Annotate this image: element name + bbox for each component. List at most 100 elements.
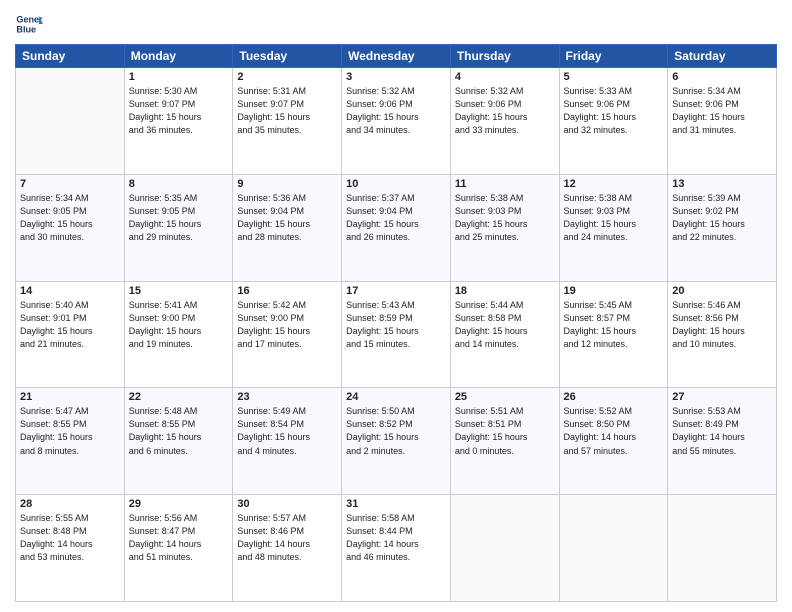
day-info: Sunrise: 5:56 AM Sunset: 8:47 PM Dayligh… — [129, 512, 229, 564]
calendar-cell: 11 Sunrise: 5:38 AM Sunset: 9:03 PM Dayli… — [450, 174, 559, 281]
weekday-header-row: SundayMondayTuesdayWednesdayThursdayFrid… — [16, 45, 777, 68]
day-number: 27 — [672, 391, 772, 403]
day-info: Sunrise: 5:42 AM Sunset: 9:00 PM Dayligh… — [237, 299, 337, 351]
day-number: 14 — [20, 285, 120, 297]
calendar-cell: 16 Sunrise: 5:42 AM Sunset: 9:00 PM Dayli… — [233, 281, 342, 388]
calendar-week-4: 21 Sunrise: 5:47 AM Sunset: 8:55 PM Dayli… — [16, 388, 777, 495]
day-info: Sunrise: 5:35 AM Sunset: 9:05 PM Dayligh… — [129, 192, 229, 244]
svg-text:Blue: Blue — [16, 24, 36, 34]
day-number: 19 — [564, 285, 664, 297]
calendar-week-1: 1 Sunrise: 5:30 AM Sunset: 9:07 PM Daylig… — [16, 68, 777, 175]
calendar-cell: 26 Sunrise: 5:52 AM Sunset: 8:50 PM Dayli… — [559, 388, 668, 495]
calendar-cell: 20Sunrise: 5:46 AM Sunset: 8:56 PM Dayli… — [668, 281, 777, 388]
header: General Blue — [15, 10, 777, 38]
day-info: Sunrise: 5:32 AM Sunset: 9:06 PM Dayligh… — [346, 85, 446, 137]
day-number: 2 — [237, 71, 337, 83]
day-info: Sunrise: 5:34 AM Sunset: 9:05 PM Dayligh… — [20, 192, 120, 244]
day-info: Sunrise: 5:30 AM Sunset: 9:07 PM Dayligh… — [129, 85, 229, 137]
weekday-header-thursday: Thursday — [450, 45, 559, 68]
day-number: 12 — [564, 178, 664, 190]
day-info: Sunrise: 5:43 AM Sunset: 8:59 PM Dayligh… — [346, 299, 446, 351]
logo-icon: General Blue — [15, 10, 43, 38]
day-number: 15 — [129, 285, 229, 297]
day-info: Sunrise: 5:41 AM Sunset: 9:00 PM Dayligh… — [129, 299, 229, 351]
weekday-header-saturday: Saturday — [668, 45, 777, 68]
day-info: Sunrise: 5:57 AM Sunset: 8:46 PM Dayligh… — [237, 512, 337, 564]
day-info: Sunrise: 5:49 AM Sunset: 8:54 PM Dayligh… — [237, 405, 337, 457]
day-info: Sunrise: 5:47 AM Sunset: 8:55 PM Dayligh… — [20, 405, 120, 457]
day-info: Sunrise: 5:52 AM Sunset: 8:50 PM Dayligh… — [564, 405, 664, 457]
calendar-cell: 28 Sunrise: 5:55 AM Sunset: 8:48 PM Dayli… — [16, 495, 125, 602]
calendar-cell — [559, 495, 668, 602]
calendar-cell: 12 Sunrise: 5:38 AM Sunset: 9:03 PM Dayli… — [559, 174, 668, 281]
calendar-week-3: 14 Sunrise: 5:40 AM Sunset: 9:01 PM Dayli… — [16, 281, 777, 388]
day-number: 28 — [20, 498, 120, 510]
calendar-cell: 31 Sunrise: 5:58 AM Sunset: 8:44 PM Dayli… — [342, 495, 451, 602]
day-info: Sunrise: 5:40 AM Sunset: 9:01 PM Dayligh… — [20, 299, 120, 351]
page: General Blue SundayMondayTuesdayWednesda… — [0, 0, 792, 612]
day-info: Sunrise: 5:32 AM Sunset: 9:06 PM Dayligh… — [455, 85, 555, 137]
calendar-cell: 3 Sunrise: 5:32 AM Sunset: 9:06 PM Daylig… — [342, 68, 451, 175]
day-number: 29 — [129, 498, 229, 510]
calendar-cell — [450, 495, 559, 602]
day-info: Sunrise: 5:38 AM Sunset: 9:03 PM Dayligh… — [455, 192, 555, 244]
day-info: Sunrise: 5:53 AM Sunset: 8:49 PM Dayligh… — [672, 405, 772, 457]
day-number: 26 — [564, 391, 664, 403]
calendar-cell: 6 Sunrise: 5:34 AM Sunset: 9:06 PM Daylig… — [668, 68, 777, 175]
day-info: Sunrise: 5:44 AM Sunset: 8:58 PM Dayligh… — [455, 299, 555, 351]
day-number: 23 — [237, 391, 337, 403]
day-info: Sunrise: 5:39 AM Sunset: 9:02 PM Dayligh… — [672, 192, 772, 244]
day-number: 9 — [237, 178, 337, 190]
day-number: 16 — [237, 285, 337, 297]
day-info: Sunrise: 5:45 AM Sunset: 8:57 PM Dayligh… — [564, 299, 664, 351]
day-number: 13 — [672, 178, 772, 190]
calendar-cell: 2Sunrise: 5:31 AM Sunset: 9:07 PM Daylig… — [233, 68, 342, 175]
calendar-cell: 30 Sunrise: 5:57 AM Sunset: 8:46 PM Dayli… — [233, 495, 342, 602]
calendar-cell: 21 Sunrise: 5:47 AM Sunset: 8:55 PM Dayli… — [16, 388, 125, 495]
day-number: 20 — [672, 285, 772, 297]
calendar-week-2: 7 Sunrise: 5:34 AM Sunset: 9:05 PM Daylig… — [16, 174, 777, 281]
calendar-cell — [668, 495, 777, 602]
calendar-cell: 7 Sunrise: 5:34 AM Sunset: 9:05 PM Daylig… — [16, 174, 125, 281]
day-number: 25 — [455, 391, 555, 403]
calendar-cell: 9 Sunrise: 5:36 AM Sunset: 9:04 PM Daylig… — [233, 174, 342, 281]
calendar-week-5: 28 Sunrise: 5:55 AM Sunset: 8:48 PM Dayli… — [16, 495, 777, 602]
day-info: Sunrise: 5:36 AM Sunset: 9:04 PM Dayligh… — [237, 192, 337, 244]
calendar-cell: 29 Sunrise: 5:56 AM Sunset: 8:47 PM Dayli… — [124, 495, 233, 602]
calendar-cell: 22Sunrise: 5:48 AM Sunset: 8:55 PM Dayli… — [124, 388, 233, 495]
calendar-cell: 23 Sunrise: 5:49 AM Sunset: 8:54 PM Dayli… — [233, 388, 342, 495]
day-number: 3 — [346, 71, 446, 83]
day-number: 7 — [20, 178, 120, 190]
day-number: 10 — [346, 178, 446, 190]
weekday-header-tuesday: Tuesday — [233, 45, 342, 68]
weekday-header-wednesday: Wednesday — [342, 45, 451, 68]
day-number: 17 — [346, 285, 446, 297]
calendar-cell: 5 Sunrise: 5:33 AM Sunset: 9:06 PM Daylig… — [559, 68, 668, 175]
day-info: Sunrise: 5:33 AM Sunset: 9:06 PM Dayligh… — [564, 85, 664, 137]
day-info: Sunrise: 5:55 AM Sunset: 8:48 PM Dayligh… — [20, 512, 120, 564]
day-number: 18 — [455, 285, 555, 297]
day-number: 24 — [346, 391, 446, 403]
day-info: Sunrise: 5:50 AM Sunset: 8:52 PM Dayligh… — [346, 405, 446, 457]
calendar-cell: 15 Sunrise: 5:41 AM Sunset: 9:00 PM Dayli… — [124, 281, 233, 388]
day-number: 4 — [455, 71, 555, 83]
day-number: 8 — [129, 178, 229, 190]
calendar-cell: 10Sunrise: 5:37 AM Sunset: 9:04 PM Dayli… — [342, 174, 451, 281]
day-number: 1 — [129, 71, 229, 83]
calendar-cell: 1 Sunrise: 5:30 AM Sunset: 9:07 PM Daylig… — [124, 68, 233, 175]
day-number: 5 — [564, 71, 664, 83]
day-number: 31 — [346, 498, 446, 510]
day-number: 11 — [455, 178, 555, 190]
calendar-cell: 14 Sunrise: 5:40 AM Sunset: 9:01 PM Dayli… — [16, 281, 125, 388]
day-info: Sunrise: 5:38 AM Sunset: 9:03 PM Dayligh… — [564, 192, 664, 244]
day-number: 6 — [672, 71, 772, 83]
calendar-cell: 18 Sunrise: 5:44 AM Sunset: 8:58 PM Dayli… — [450, 281, 559, 388]
calendar-cell: 24 Sunrise: 5:50 AM Sunset: 8:52 PM Dayli… — [342, 388, 451, 495]
logo: General Blue — [15, 10, 43, 38]
day-info: Sunrise: 5:58 AM Sunset: 8:44 PM Dayligh… — [346, 512, 446, 564]
day-number: 30 — [237, 498, 337, 510]
day-info: Sunrise: 5:51 AM Sunset: 8:51 PM Dayligh… — [455, 405, 555, 457]
weekday-header-sunday: Sunday — [16, 45, 125, 68]
day-info: Sunrise: 5:34 AM Sunset: 9:06 PM Dayligh… — [672, 85, 772, 137]
day-number: 21 — [20, 391, 120, 403]
